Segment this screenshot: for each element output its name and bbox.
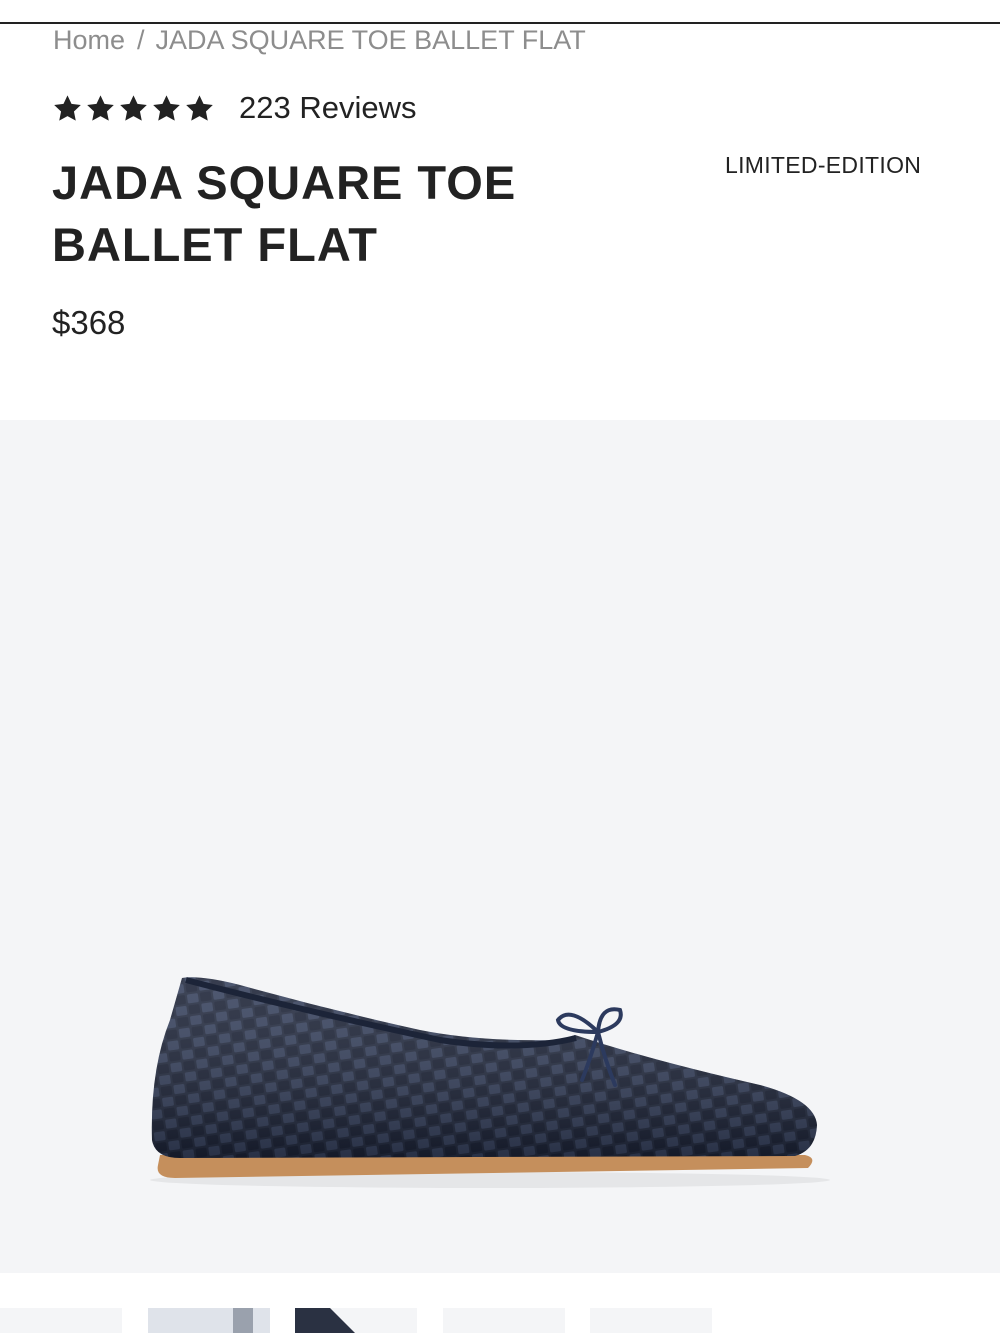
- breadcrumb-current: JADA SQUARE TOE BALLET FLAT: [155, 24, 586, 55]
- thumbnail-2[interactable]: [148, 1308, 270, 1333]
- thumbnail-1[interactable]: [0, 1308, 122, 1333]
- breadcrumb-home-link[interactable]: Home: [53, 25, 125, 56]
- star-icon: [153, 94, 180, 121]
- product-title: JADA SQUARE TOE BALLET FLAT: [52, 156, 517, 271]
- star-icon: [120, 94, 147, 121]
- product-price: $368: [52, 304, 126, 341]
- product-image: [150, 977, 830, 1188]
- star-rating: [52, 93, 215, 124]
- thumbnail-strip: [0, 1308, 1000, 1333]
- limited-edition-badge: LIMITED-EDITION: [725, 152, 922, 178]
- star-icon: [186, 94, 213, 121]
- thumbnail-3[interactable]: [295, 1308, 417, 1333]
- star-icon: [54, 94, 81, 121]
- thumbnail-4[interactable]: [443, 1308, 565, 1333]
- thumbnail-5[interactable]: [590, 1308, 712, 1333]
- star-icon: [87, 94, 114, 121]
- reviews-link[interactable]: 223 Reviews: [239, 90, 416, 126]
- breadcrumb: Home / JADA SQUARE TOE BALLET FLAT: [53, 24, 586, 56]
- breadcrumb-separator: /: [137, 24, 145, 55]
- product-image-gallery[interactable]: [0, 420, 1000, 1273]
- rating-row[interactable]: 223 Reviews: [52, 86, 416, 130]
